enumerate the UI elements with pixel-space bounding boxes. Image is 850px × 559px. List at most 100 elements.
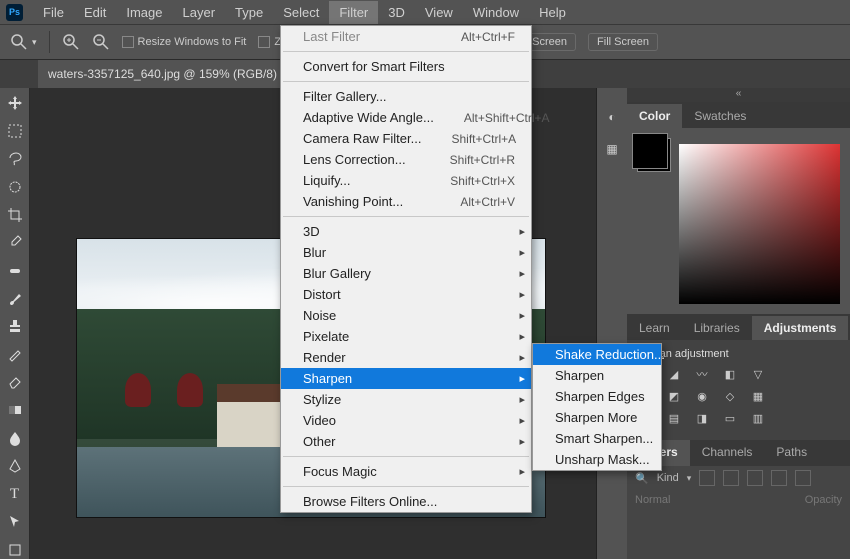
adj-posterize-icon[interactable]: ▤ [665,410,683,426]
menu-view[interactable]: View [415,1,463,24]
zoom-tool-icon[interactable] [10,33,28,51]
menuitem-sharpen-basic[interactable]: Sharpen [533,365,661,386]
quick-select-tool-icon[interactable] [4,178,26,196]
menuitem-sharpen[interactable]: Sharpen [281,368,531,389]
blend-mode-select[interactable]: Normal [635,494,670,506]
menu-image[interactable]: Image [116,1,172,24]
menu-file[interactable]: File [33,1,74,24]
adj-threshold-icon[interactable]: ◨ [693,410,711,426]
layer-filter-kind[interactable]: Kind [657,472,679,484]
layer-filter-pixel-icon[interactable] [699,470,715,486]
collapse-panels-icon[interactable]: « [627,88,850,102]
opacity-label: Opacity [805,494,842,506]
menuitem-vanishing-point[interactable]: Vanishing Point...Alt+Ctrl+V [281,191,531,212]
panel-icon-colorbalance[interactable]: ◐ [608,110,615,124]
menuitem-pixelate[interactable]: Pixelate [281,326,531,347]
menuitem-filter-gallery[interactable]: Filter Gallery... [281,86,531,107]
gradient-tool-icon[interactable] [4,401,26,419]
filter-menu: Last FilterAlt+Ctrl+F Convert for Smart … [280,25,532,513]
menuitem-lens-correction[interactable]: Lens Correction...Shift+Ctrl+R [281,149,531,170]
adj-levels-icon[interactable]: ◢ [665,366,683,382]
menu-filter[interactable]: Filter [329,1,378,24]
menuitem-other[interactable]: Other [281,431,531,452]
adj-channelmix-icon[interactable]: ◇ [721,388,739,404]
lasso-tool-icon[interactable] [4,150,26,168]
menuitem-adaptive-wide[interactable]: Adaptive Wide Angle...Alt+Shift+Ctrl+A [281,107,531,128]
type-tool-icon[interactable]: T [4,485,26,503]
document-tab[interactable]: waters-3357125_640.jpg @ 159% (RGB/8) × [38,60,303,88]
menuitem-last-filter[interactable]: Last FilterAlt+Ctrl+F [281,26,531,47]
adj-selcolor-icon[interactable]: ▥ [749,410,767,426]
adj-colorlookup-icon[interactable]: ▦ [749,388,767,404]
tab-libraries[interactable]: Libraries [682,316,752,340]
menuitem-unsharp-mask[interactable]: Unsharp Mask... [533,449,661,470]
tab-swatches[interactable]: Swatches [682,104,758,128]
zoom-out-icon[interactable] [92,33,110,51]
tool-preset-dropdown[interactable]: ▾ [32,37,37,48]
menuitem-noise[interactable]: Noise [281,305,531,326]
layer-filter-smart-icon[interactable] [795,470,811,486]
heal-tool-icon[interactable] [4,262,26,280]
pen-tool-icon[interactable] [4,457,26,475]
zoom-all-checkbox[interactable]: Z [258,36,281,48]
tab-learn[interactable]: Learn [627,316,682,340]
adj-gradientmap-icon[interactable]: ▭ [721,410,739,426]
menuitem-blur[interactable]: Blur [281,242,531,263]
menu-3d[interactable]: 3D [378,1,415,24]
add-adjustment-label: Add an adjustment [637,348,840,360]
document-title: waters-3357125_640.jpg @ 159% (RGB/8) [48,67,277,81]
menuitem-render[interactable]: Render [281,347,531,368]
menuitem-stylize[interactable]: Stylize [281,389,531,410]
layer-filter-shape-icon[interactable] [771,470,787,486]
menuitem-convert-smart[interactable]: Convert for Smart Filters [281,56,531,77]
menu-edit[interactable]: Edit [74,1,116,24]
menuitem-camera-raw[interactable]: Camera Raw Filter...Shift+Ctrl+A [281,128,531,149]
menu-select[interactable]: Select [273,1,329,24]
blur-tool-icon[interactable] [4,429,26,447]
menu-window[interactable]: Window [463,1,529,24]
menuitem-3d[interactable]: 3D [281,221,531,242]
marquee-tool-icon[interactable] [4,122,26,140]
menuitem-browse-filters[interactable]: Browse Filters Online... [281,491,531,512]
adj-bw-icon[interactable]: ◩ [665,388,683,404]
menuitem-sharpen-edges[interactable]: Sharpen Edges [533,386,661,407]
adj-curves-icon[interactable]: 〰 [693,366,711,382]
menuitem-video[interactable]: Video [281,410,531,431]
panel-icon-swatches[interactable]: ▦ [606,142,617,156]
menuitem-sharpen-more[interactable]: Sharpen More [533,407,661,428]
tab-color[interactable]: Color [627,104,682,128]
menu-type[interactable]: Type [225,1,273,24]
fill-screen-button[interactable]: Fill Screen [588,33,658,51]
tab-channels[interactable]: Channels [690,440,765,466]
tab-adjustments[interactable]: Adjustments [752,316,849,340]
history-brush-icon[interactable] [4,345,26,363]
eyedropper-tool-icon[interactable] [4,234,26,252]
menuitem-distort[interactable]: Distort [281,284,531,305]
path-select-icon[interactable] [4,513,26,531]
layer-filter-type-icon[interactable] [747,470,763,486]
layer-filter-adjust-icon[interactable] [723,470,739,486]
shape-tool-icon[interactable] [4,541,26,559]
menuitem-smart-sharpen[interactable]: Smart Sharpen... [533,428,661,449]
zoom-in-icon[interactable] [62,33,80,51]
move-tool-icon[interactable] [4,94,26,112]
eraser-tool-icon[interactable] [4,373,26,391]
menuitem-focus-magic[interactable]: Focus Magic [281,461,531,482]
color-picker-gradient[interactable] [679,144,840,304]
toolbox: T [0,88,30,559]
menu-layer[interactable]: Layer [173,1,226,24]
menuitem-liquify[interactable]: Liquify...Shift+Ctrl+X [281,170,531,191]
menuitem-blur-gallery[interactable]: Blur Gallery [281,263,531,284]
tab-paths[interactable]: Paths [764,440,819,466]
resize-windows-checkbox[interactable]: Resize Windows to Fit [122,36,247,48]
adj-exposure-icon[interactable]: ◧ [721,366,739,382]
menuitem-shake-reduction[interactable]: Shake Reduction... [533,344,661,365]
stamp-tool-icon[interactable] [4,318,26,336]
layer-filter-search-icon[interactable]: 🔍 [635,472,649,485]
brush-tool-icon[interactable] [4,290,26,308]
adj-photofilter-icon[interactable]: ◉ [693,388,711,404]
adj-vibrance-icon[interactable]: ▽ [749,366,767,382]
foreground-background-swatch[interactable] [637,138,671,172]
crop-tool-icon[interactable] [4,206,26,224]
menu-help[interactable]: Help [529,1,576,24]
